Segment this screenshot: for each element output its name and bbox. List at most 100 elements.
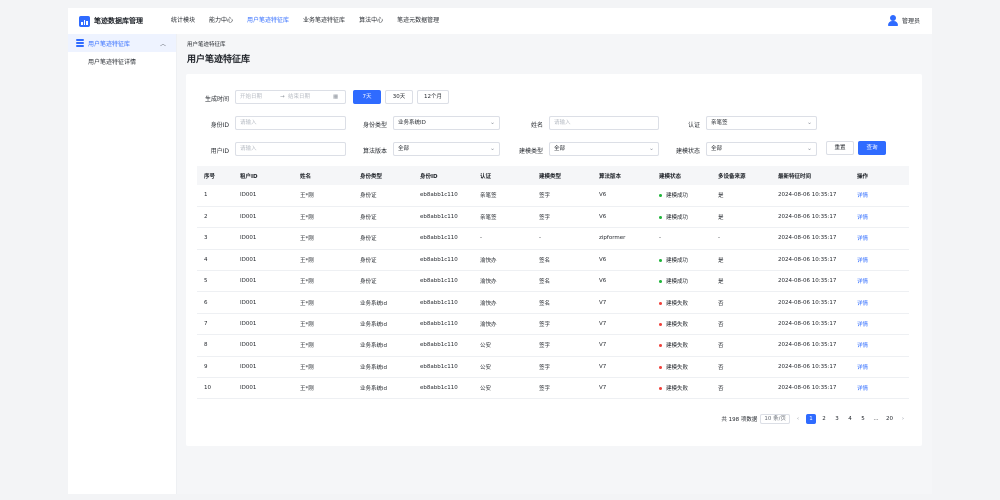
range-30d-button[interactable]: 30天 — [385, 90, 413, 104]
status-text: 建模成功 — [666, 193, 689, 200]
table-cell: 3 — [197, 227, 233, 250]
brand[interactable]: 笔迹数据库管理 — [79, 15, 143, 27]
table-cell: 王*刚 — [293, 249, 353, 272]
table-cell: 签字 — [532, 334, 592, 357]
modeltype-select[interactable]: 全部 ⌄ — [549, 142, 659, 156]
table-cell: ID001 — [233, 206, 293, 229]
table-cell: 签字 — [532, 185, 592, 207]
status-dot-icon — [659, 387, 662, 391]
prev-page-icon[interactable]: ‹ — [793, 414, 803, 424]
page-button[interactable]: 4 — [845, 414, 855, 424]
nav-item[interactable]: 笔迹元数据管理 — [390, 8, 446, 34]
breadcrumb[interactable]: 用户笔迹特征库 — [187, 40, 226, 48]
nav-item[interactable]: 业务笔迹特征库 — [296, 8, 352, 34]
page-button[interactable]: 20 — [884, 414, 895, 424]
table-cell: ID001 — [233, 377, 293, 400]
table-cell: 王*刚 — [293, 334, 353, 357]
status-dot-icon — [659, 344, 662, 348]
column-header: 最新特征时间 — [771, 166, 850, 185]
detail-link[interactable]: 详情 — [857, 279, 868, 285]
detail-link[interactable]: 详情 — [857, 322, 868, 328]
status-text: 建模成功 — [666, 257, 689, 264]
column-header: 身份ID — [413, 166, 473, 185]
app-window: 笔迹数据库管理 统计模块 能力中心 用户笔迹特征库 业务笔迹特征库 算法中心 笔迹元数据管… — [68, 8, 932, 494]
table-cell: 是 — [711, 270, 771, 293]
modeltype-label: 建模类型 — [518, 148, 543, 155]
status-dot-icon — [659, 194, 662, 198]
column-header: 姓名 — [293, 166, 353, 185]
start-date-input[interactable]: 开始日期 — [240, 91, 262, 103]
page-button[interactable]: 3 — [832, 414, 842, 424]
auth-select[interactable]: 亲笔签 ⌄ — [706, 116, 817, 130]
table-cell: eb8abb1c110 — [413, 291, 473, 314]
table-cell: 建模失败 — [652, 334, 711, 357]
table-cell: 10 — [197, 377, 233, 400]
nav-item[interactable]: 算法中心 — [352, 8, 390, 34]
table-cell: 业务系统id — [353, 356, 413, 379]
page-button[interactable]: 2 — [819, 414, 829, 424]
table-cell: 签字 — [532, 377, 592, 400]
column-header: 算法版本 — [592, 166, 652, 185]
table-cell: V7 — [592, 377, 652, 400]
table-cell: V7 — [592, 356, 652, 379]
idtype-label: 身份类型 — [362, 122, 387, 129]
table-cell: 详情 — [850, 270, 909, 293]
detail-link[interactable]: 详情 — [857, 193, 868, 199]
page-title: 用户笔迹特征库 — [187, 55, 251, 65]
sidebar-group-user-features[interactable]: 用户笔迹特征库 ︿ — [68, 34, 176, 52]
range-7d-button[interactable]: 7天 — [353, 90, 381, 104]
page-ellipsis[interactable]: ... — [871, 414, 881, 424]
table-cell: 2024-08-06 10:35:17 — [771, 313, 850, 336]
detail-link[interactable]: 详情 — [857, 215, 868, 221]
end-date-input[interactable]: 结束日期 — [288, 91, 310, 103]
database-icon — [76, 39, 84, 47]
detail-link[interactable]: 详情 — [857, 301, 868, 307]
page-button[interactable]: 5 — [858, 414, 868, 424]
pagination: 共 198 项数据 10 条/页 ‹ 1 2 3 4 5... 20 › — [721, 414, 908, 424]
table-cell: 身份证 — [353, 270, 413, 293]
table-cell: 签名 — [532, 291, 592, 314]
table-cell: 签字 — [532, 356, 592, 379]
table-cell: 身份证 — [353, 227, 413, 250]
table-cell: 4 — [197, 249, 233, 272]
userid-input[interactable]: 请输入 — [235, 142, 346, 156]
status-text: 建模失败 — [666, 386, 689, 393]
page-list: 1 2 3 4 5... 20 — [806, 414, 895, 424]
name-input[interactable]: 请输入 — [549, 116, 659, 130]
page-size-select[interactable]: 10 条/页 — [760, 414, 790, 424]
date-range-picker[interactable]: 开始日期 → 结束日期 ▦ — [235, 90, 346, 104]
table-row: 9 ID001 王*刚 业务系统id eb8abb1c110 公安 签字 V7 建模失败 否 202… — [197, 356, 909, 379]
user-name: 管理员 — [901, 18, 920, 25]
table-cell: 公安 — [473, 377, 532, 400]
nav-item[interactable]: 统计模块 — [164, 8, 202, 34]
table-cell: V6 — [592, 270, 652, 293]
table-cell: 否 — [711, 291, 771, 314]
sidebar-item-feature-detail[interactable]: 用户笔迹特征详情 — [68, 52, 176, 74]
detail-link[interactable]: 详情 — [857, 386, 868, 392]
algo-select[interactable]: 全部 ⌄ — [393, 142, 500, 156]
feature-table: 序号 租户ID 姓名 身份类型 身份ID 认证 建模类型 算法版本 建模状态 多设备来源 最新特征时… — [197, 166, 909, 400]
modelstatus-select[interactable]: 全部 ⌄ — [706, 142, 817, 156]
table-row: 1 ID001 王*刚 身份证 eb8abb1c110 亲笔签 签字 V6 建模成功 是 2024-… — [197, 185, 909, 207]
user-menu[interactable]: 管理员 — [887, 15, 920, 26]
idtype-select[interactable]: 业务系统ID ⌄ — [393, 116, 500, 130]
chevron-up-icon[interactable]: ︿ — [160, 39, 166, 48]
table-cell: - — [532, 227, 592, 250]
detail-link[interactable]: 详情 — [857, 343, 868, 349]
content-card: 生成时间 开始日期 → 结束日期 ▦ 7天 30天 12个月 身份ID 请输入 … — [186, 74, 922, 446]
table-cell: eb8abb1c110 — [413, 313, 473, 336]
page-button[interactable]: 1 — [806, 414, 816, 424]
next-page-icon[interactable]: › — [898, 414, 908, 424]
detail-link[interactable]: 详情 — [857, 365, 868, 371]
column-header: 操作 — [850, 166, 909, 185]
nav-item[interactable]: 能力中心 — [202, 8, 240, 34]
detail-link[interactable]: 详情 — [857, 258, 868, 264]
range-12m-button[interactable]: 12个月 — [417, 90, 449, 104]
id-input[interactable]: 请输入 — [235, 116, 346, 130]
table-cell: - — [711, 227, 771, 250]
table-cell: zipformer — [592, 227, 652, 250]
reset-button[interactable]: 重置 — [826, 141, 854, 155]
nav-item[interactable]: 用户笔迹特征库 — [240, 8, 296, 34]
query-button[interactable]: 查询 — [858, 141, 886, 155]
detail-link[interactable]: 详情 — [857, 236, 868, 242]
